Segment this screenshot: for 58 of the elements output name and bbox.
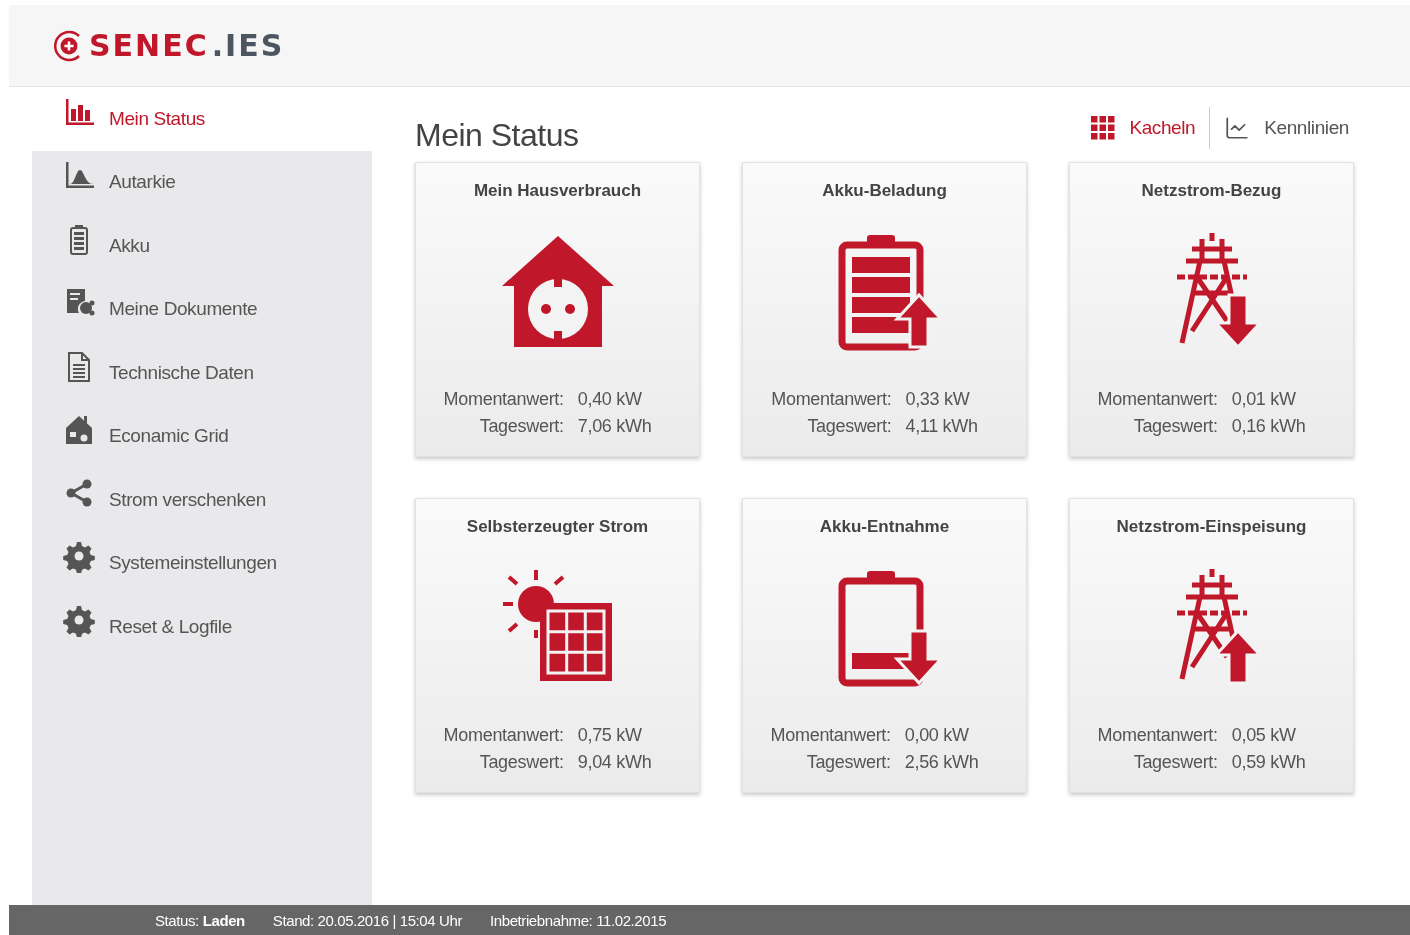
value-label: Tageswert:: [478, 416, 564, 437]
value-label: Momentanwert:: [770, 725, 891, 746]
logo-suffix: .IES: [211, 28, 285, 63]
sidebar-item[interactable]: Systemeinstellungen: [32, 531, 372, 595]
sidebar-item[interactable]: Autarkie: [32, 150, 372, 214]
status-text: Status: Laden: [155, 911, 245, 929]
sidebar-item[interactable]: Mein Status: [32, 87, 372, 151]
value-text: 0,00 kW: [904, 725, 970, 746]
view-tab[interactable]: Kennlinien: [1210, 108, 1363, 148]
value-label: Tageswert:: [1132, 752, 1218, 773]
status-tile[interactable]: Netzstrom-Bezug Momentanwert: 0,01 kW Tageswert: 0,16 kWh: [1069, 162, 1354, 457]
value-text: 0,75 kW: [577, 725, 643, 746]
value-text: 0,59 kWh: [1231, 752, 1306, 773]
value-text: 0,01 kW: [1231, 389, 1297, 410]
value-text: 0,05 kW: [1231, 725, 1297, 746]
gear-icon: [63, 541, 95, 574]
status-text: Stand: 20.05.2016 | 15:04 Uhr: [272, 911, 462, 929]
value-label: Momentanwert:: [443, 389, 564, 410]
value-label: Momentanwert:: [1097, 389, 1218, 410]
value-text: 0,33 kW: [905, 389, 971, 410]
sidebar-item[interactable]: Reset & Logfile: [32, 595, 372, 659]
gear-icon: [63, 604, 95, 637]
value-text: 9,04 kWh: [577, 752, 652, 773]
value-label: Tageswert:: [806, 416, 892, 437]
status-tile[interactable]: Selbsterzeugter Strom Momentanwert: 0,75 kW Tageswert: 9,04 kWh: [415, 498, 700, 793]
logo-text: SENEC: [89, 28, 209, 63]
grid-icon: [1091, 116, 1116, 140]
tile-title: Akku-Beladung: [822, 181, 947, 201]
sidebar-item[interactable]: Technische Daten: [32, 341, 372, 405]
value-text: 7,06 kWh: [577, 416, 652, 437]
line-chart-icon: [1224, 115, 1251, 141]
tile-title: Selbsterzeugter Strom: [466, 517, 649, 537]
value-label: Momentanwert:: [1097, 725, 1218, 746]
sidebar-item[interactable]: Akku: [32, 214, 372, 278]
sidebar-item[interactable]: Econamic Grid: [32, 404, 372, 468]
status-text: Inbetriebnahme: 11.02.2015: [490, 911, 667, 929]
value-text: 2,56 kWh: [904, 752, 979, 773]
status-tile[interactable]: Mein Hausverbrauch Momentanwert: 0,40 kW Tageswert: 7,06 kWh: [415, 162, 700, 457]
tile-title: Netzstrom-Einspeisung: [1116, 517, 1307, 537]
status-tile[interactable]: Akku-Entnahme Momentanwert: 0,00 kW Tageswert: 2,56 kWh: [742, 498, 1027, 793]
status-tile[interactable]: Akku-Beladung Momentanwert: 0,33 kW Tageswert: 4,11 kWh: [742, 162, 1027, 457]
value-text: 0,16 kWh: [1231, 416, 1306, 437]
value-label: Tageswert:: [1132, 416, 1218, 437]
tile-title: Mein Hausverbrauch: [473, 181, 642, 201]
value-text: 0,40 kW: [577, 389, 643, 410]
sidebar-item[interactable]: Meine Dokumente: [32, 277, 372, 341]
tile-title: Akku-Entnahme: [819, 517, 950, 537]
value-label: Tageswert:: [805, 752, 891, 773]
sidebar-item[interactable]: Strom verschenken: [32, 468, 372, 532]
page-title: Mein Status: [415, 117, 579, 154]
value-label: Momentanwert:: [443, 725, 564, 746]
view-tab[interactable]: Kacheln: [1077, 108, 1210, 148]
value-text: 4,11 kWh: [905, 416, 978, 437]
value-label: Tageswert:: [478, 752, 564, 773]
tile-title: Netzstrom-Bezug: [1141, 181, 1282, 201]
house-icon: [63, 414, 95, 447]
value-label: Momentanwert:: [771, 389, 892, 410]
status-tile[interactable]: Netzstrom-Einspeisung Momentanwert: 0,05 kW Tageswert: 0,59 kWh: [1069, 498, 1354, 793]
